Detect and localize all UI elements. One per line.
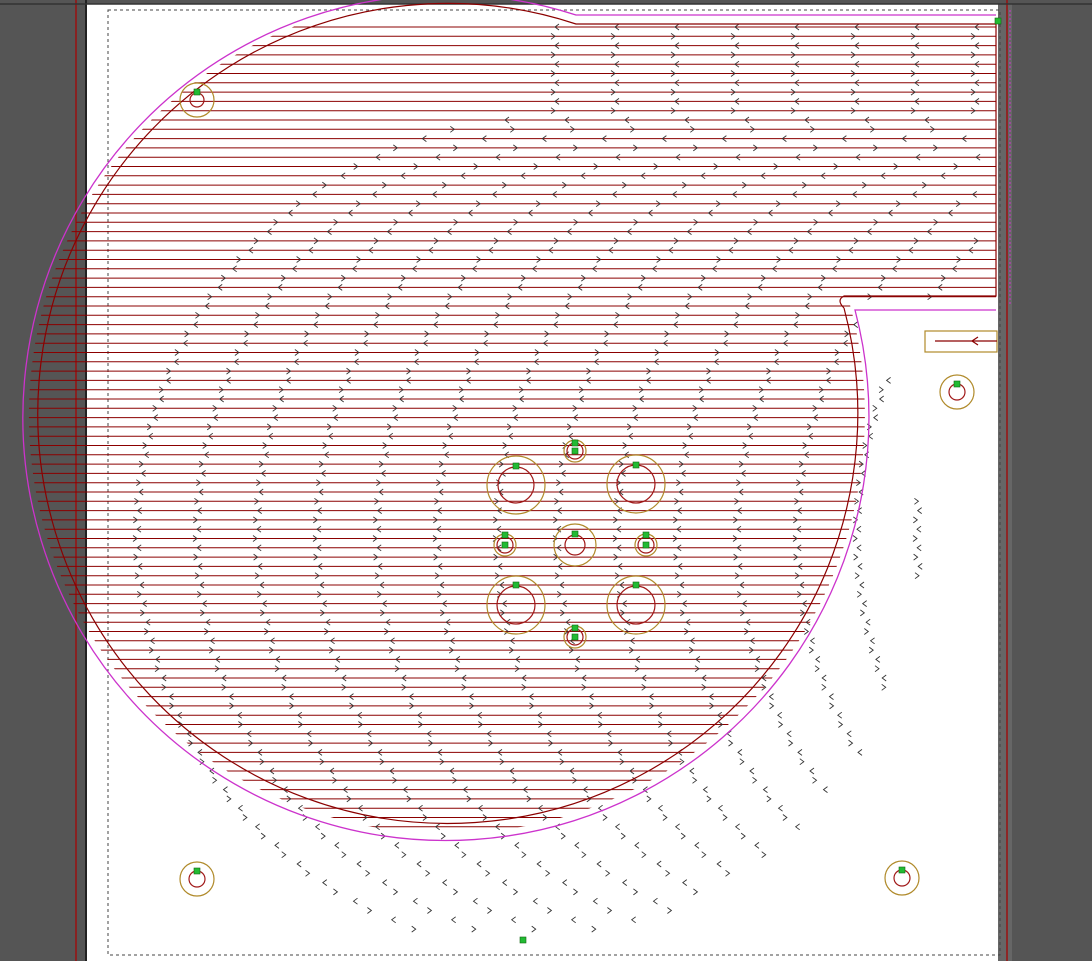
square-marker-icon bbox=[512, 581, 520, 589]
square-marker-icon bbox=[571, 624, 579, 632]
square-marker-icon bbox=[632, 461, 640, 469]
toolpath-canvas[interactable] bbox=[0, 0, 1092, 961]
square-marker-icon bbox=[571, 439, 579, 447]
square-marker-icon bbox=[632, 581, 640, 589]
square-marker-icon bbox=[642, 531, 650, 539]
square-marker-icon bbox=[519, 936, 527, 944]
square-marker-icon bbox=[193, 867, 201, 875]
square-marker-icon bbox=[571, 530, 579, 538]
square-marker-icon bbox=[994, 17, 1002, 25]
square-marker-icon bbox=[501, 541, 509, 549]
square-marker-icon bbox=[571, 633, 579, 641]
square-marker-icon bbox=[193, 88, 201, 96]
square-marker-icon bbox=[898, 866, 906, 874]
cam-toolpath-viewport[interactable] bbox=[0, 0, 1092, 961]
square-marker-icon bbox=[953, 380, 961, 388]
square-marker-icon bbox=[501, 531, 509, 539]
square-marker-icon bbox=[642, 541, 650, 549]
square-marker-icon bbox=[512, 462, 520, 470]
square-marker-icon bbox=[571, 447, 579, 455]
